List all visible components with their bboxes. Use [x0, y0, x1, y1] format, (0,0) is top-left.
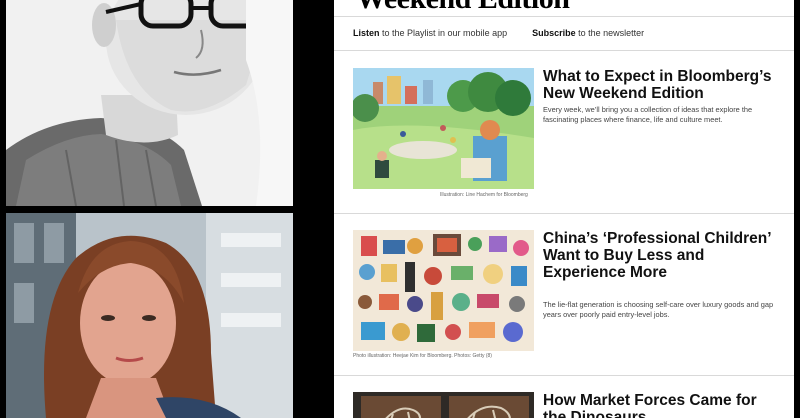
subscribe-link[interactable]: Subscribe to the newsletter: [532, 28, 644, 38]
article-card[interactable]: Photo illustration: Heejae Kim for Bloom…: [334, 213, 794, 375]
subscription-bar: Listen to the Playlist in our mobile app…: [353, 28, 644, 38]
article-dek: Every week, we’ll bring you a collection…: [543, 105, 753, 124]
divider: [334, 16, 794, 17]
newsletter-panel: Weekend Edition Listen to the Playlist i…: [334, 0, 794, 418]
image-caption: Illustration: Line Hachem for Bloomberg: [440, 192, 528, 198]
article-illustration: [353, 230, 534, 351]
article-illustration: [353, 68, 534, 189]
listen-link[interactable]: Listen to the Playlist in our mobile app: [353, 28, 507, 38]
article-headline[interactable]: China’s ‘Professional Children’ Want to …: [543, 230, 783, 281]
portrait-photo-top: [6, 0, 293, 206]
masthead-title: Weekend Edition: [356, 0, 570, 16]
portrait-photo-woman: [6, 213, 293, 418]
article-dek: The lie-flat generation is choosing self…: [543, 300, 774, 319]
article-card[interactable]: How Market Forces Came for the Dinosaurs: [334, 375, 794, 418]
article-card[interactable]: Illustration: Line Hachem for Bloomberg …: [334, 50, 794, 213]
portrait-photo-bottom: [6, 213, 293, 418]
article-headline[interactable]: What to Expect in Bloomberg’s New Weeken…: [543, 68, 783, 102]
image-caption: Photo illustration: Heejae Kim for Bloom…: [353, 353, 492, 359]
article-headline[interactable]: How Market Forces Came for the Dinosaurs: [543, 392, 783, 418]
article-illustration: [353, 392, 534, 418]
portrait-illustration-man: [6, 0, 293, 206]
